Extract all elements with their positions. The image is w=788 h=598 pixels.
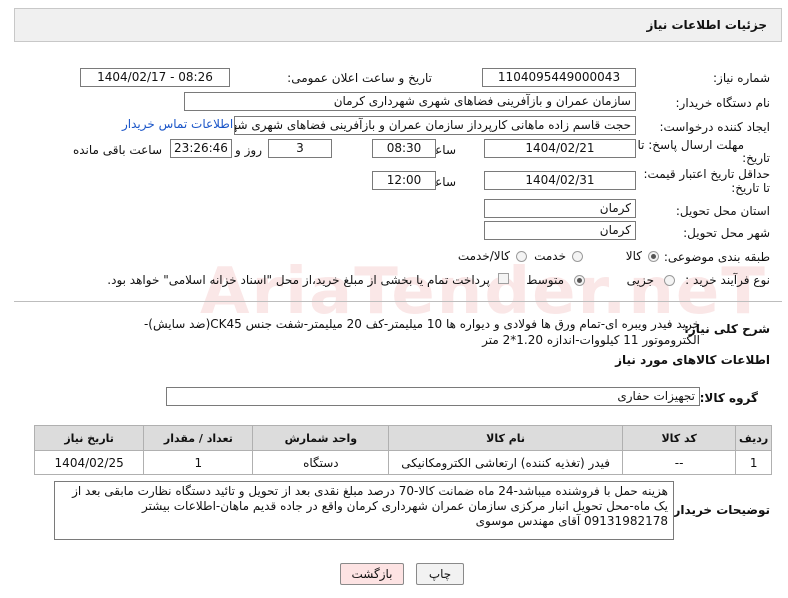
remaining-label: ساعت باقی مانده bbox=[72, 143, 162, 157]
price-validity-label: حداقل تاریخ اعتبار قیمت: bbox=[643, 167, 770, 181]
category-option-both: کالا/خدمت bbox=[457, 249, 510, 263]
category-radio-service[interactable] bbox=[572, 251, 583, 262]
buyer-notes-label: توضیحات خریدار: bbox=[668, 503, 770, 517]
description-text: خرید فیدر ویبره ای-تمام ورق ها فولادی و … bbox=[143, 317, 700, 347]
price-validity-label-2: تا تاریخ: bbox=[731, 181, 770, 195]
section-title: جزئیات اطلاعات نیاز bbox=[646, 18, 767, 32]
process-option-minor: جزیی bbox=[626, 273, 654, 287]
category-label: طبقه بندی موضوعی: bbox=[663, 250, 770, 264]
price-time-field: 12:00 bbox=[372, 171, 436, 190]
need-number-field: 1104095449000043 bbox=[482, 68, 636, 87]
treasury-checkbox[interactable] bbox=[498, 273, 509, 284]
days-field: 3 bbox=[268, 139, 332, 158]
city-label: شهر محل تحویل: bbox=[683, 226, 770, 240]
table-row: 1 -- فیدر (تغذیه کننده) ارتعاشی الکترومک… bbox=[33, 450, 772, 475]
page: جزئیات اطلاعات نیاز AriaTender.neT شماره… bbox=[0, 0, 788, 598]
divider bbox=[14, 301, 782, 302]
back-button[interactable]: بازگشت bbox=[340, 563, 404, 585]
treasury-note: پرداخت تمام یا بخشی از مبلغ خرید،از محل … bbox=[107, 273, 490, 287]
process-option-medium: متوسط bbox=[526, 273, 564, 287]
days-label: روز و bbox=[235, 143, 262, 157]
col-code: کد کالا bbox=[621, 425, 737, 451]
goods-table-header: ردیف کد کالا نام کالا واحد شمارش تعداد /… bbox=[33, 425, 772, 451]
process-label: نوع فرآیند خرید : bbox=[685, 273, 770, 287]
need-number-label: شماره نیاز: bbox=[713, 71, 770, 85]
creator-label: ایجاد کننده درخواست: bbox=[659, 120, 770, 134]
province-label: استان محل تحویل: bbox=[675, 204, 770, 218]
section-header: جزئیات اطلاعات نیاز bbox=[14, 8, 782, 42]
process-radio-minor[interactable] bbox=[664, 275, 675, 286]
category-option-goods: کالا bbox=[625, 249, 642, 263]
announce-field: 1404/02/17 - 08:26 bbox=[80, 68, 230, 87]
col-unit: واحد شمارش bbox=[252, 425, 390, 451]
col-qty: تعداد / مقدار bbox=[143, 425, 254, 451]
cell-row: 1 bbox=[735, 450, 772, 475]
cell-need-date: 1404/02/25 bbox=[33, 450, 145, 475]
contact-buyer-link[interactable]: اطلاعات تماس خریدار bbox=[122, 117, 233, 131]
city-field: کرمان bbox=[484, 221, 636, 240]
cell-name: فیدر (تغذیه کننده) ارتعاشی الکترومکانیکی bbox=[388, 450, 623, 475]
reply-deadline-label-2: تاریخ: bbox=[742, 151, 770, 165]
buyer-org-label: نام دستگاه خریدار: bbox=[675, 96, 771, 110]
goods-group-field: تجهیزات حفاری bbox=[166, 387, 700, 406]
price-date-field: 1404/02/31 bbox=[484, 171, 636, 190]
col-name: نام کالا bbox=[388, 425, 623, 451]
buyer-org-field: سازمان عمران و بازآفرینی فضاهای شهری شهر… bbox=[184, 92, 636, 111]
cell-qty: 1 bbox=[143, 450, 254, 475]
reply-deadline-label: مهلت ارسال پاسخ: تا bbox=[637, 138, 744, 152]
print-button[interactable]: چاپ bbox=[416, 563, 464, 585]
remaining-time-field: 23:26:46 bbox=[170, 139, 232, 158]
province-field: کرمان bbox=[484, 199, 636, 218]
buyer-notes-textarea[interactable]: هزینه حمل با فروشنده میباشد-24 ماه ضمانت… bbox=[54, 481, 674, 540]
category-option-service: خدمت bbox=[534, 249, 566, 263]
cell-unit: دستگاه bbox=[252, 450, 390, 475]
reply-date-field: 1404/02/21 bbox=[484, 139, 636, 158]
category-radio-both[interactable] bbox=[516, 251, 527, 262]
col-row: ردیف bbox=[735, 425, 772, 451]
category-radio-goods[interactable] bbox=[648, 251, 659, 262]
reply-time-field: 08:30 bbox=[372, 139, 436, 158]
process-radio-medium[interactable] bbox=[574, 275, 585, 286]
announce-label: تاریخ و ساعت اعلان عمومی: bbox=[287, 71, 432, 85]
goods-info-title: اطلاعات کالاهای مورد نیاز bbox=[615, 353, 770, 367]
cell-code: -- bbox=[621, 450, 737, 475]
col-need-date: تاریخ نیاز bbox=[33, 425, 145, 451]
goods-table: ردیف کد کالا نام کالا واحد شمارش تعداد /… bbox=[33, 425, 772, 475]
goods-group-label: گروه کالا: bbox=[699, 391, 758, 405]
creator-field: حجت قاسم زاده ماهانی کارپرداز سازمان عمر… bbox=[234, 116, 636, 135]
